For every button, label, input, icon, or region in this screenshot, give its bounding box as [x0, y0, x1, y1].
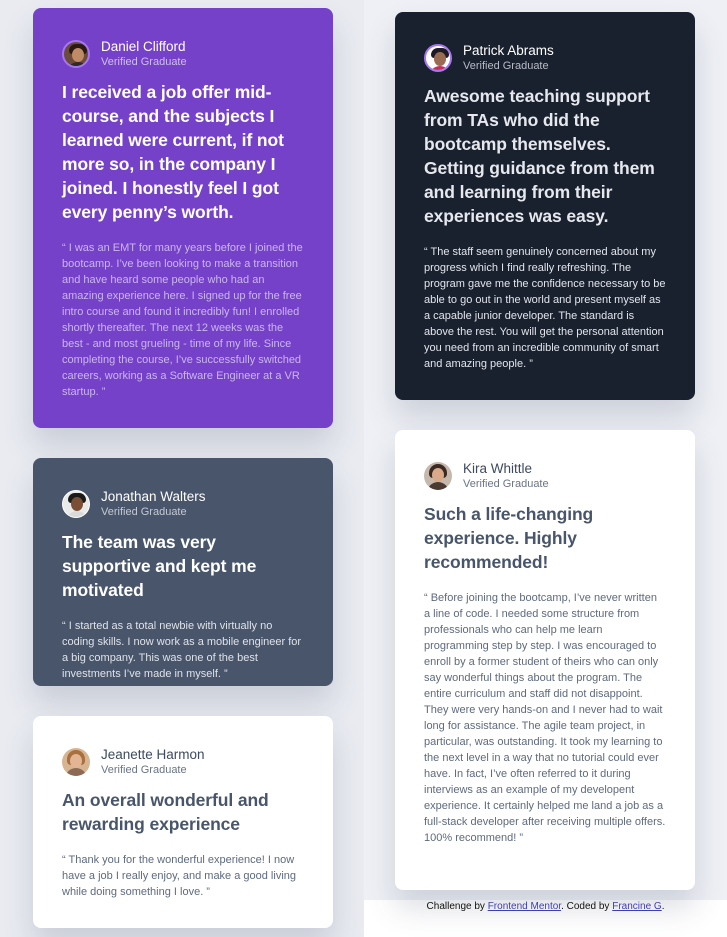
- patrick-avatar-icon: [424, 44, 452, 72]
- kira-avatar-icon: [424, 462, 452, 490]
- author-info: Patrick Abrams Verified Graduate: [463, 43, 554, 73]
- author-info: Jeanette Harmon Verified Graduate: [101, 747, 205, 777]
- card-header: Jonathan Walters Verified Graduate: [62, 488, 304, 520]
- author-role: Verified Graduate: [463, 478, 549, 490]
- testimonial-card-daniel: Daniel Clifford Verified Graduate I rece…: [33, 8, 333, 428]
- frontend-mentor-link[interactable]: Frontend Mentor: [488, 901, 561, 912]
- testimonial-headline: Awesome teaching support from TAs who di…: [424, 86, 655, 226]
- author-name: Jonathan Walters: [101, 489, 206, 504]
- jonathan-avatar-icon: [62, 490, 90, 518]
- testimonial-quote: “ Before joining the bootcamp, I’ve neve…: [424, 592, 666, 844]
- attribution-prefix: Challenge by: [426, 901, 488, 912]
- card-header: Daniel Clifford Verified Graduate: [62, 38, 304, 70]
- author-name: Patrick Abrams: [463, 43, 554, 58]
- testimonial-card-jeanette: Jeanette Harmon Verified Graduate An ove…: [33, 716, 333, 928]
- daniel-avatar-icon: [62, 40, 90, 68]
- testimonial-quote: “ The staff seem genuinely concerned abo…: [424, 246, 666, 370]
- testimonial-card-patrick: Patrick Abrams Verified Graduate Awesome…: [395, 12, 695, 400]
- author-info: Daniel Clifford Verified Graduate: [101, 39, 187, 69]
- testimonial-headline: An overall wonderful and rewarding exper…: [62, 790, 269, 834]
- testimonial-quote: “ I was an EMT for many years before I j…: [62, 242, 303, 398]
- author-role: Verified Graduate: [101, 506, 187, 518]
- card-header: Kira Whittle Verified Graduate: [424, 460, 666, 492]
- testimonial-headline: The team was very supportive and kept me…: [62, 532, 257, 600]
- testimonial-quote: “ Thank you for the wonderful experience…: [62, 854, 296, 898]
- author-name: Kira Whittle: [463, 461, 533, 476]
- author-role: Verified Graduate: [101, 56, 187, 68]
- testimonial-card-jonathan: Jonathan Walters Verified Graduate The t…: [33, 458, 333, 686]
- author-info: Jonathan Walters Verified Graduate: [101, 489, 206, 519]
- author-link[interactable]: Francine G: [612, 901, 661, 912]
- testimonial-quote: “ I started as a total newbie with virtu…: [62, 620, 302, 680]
- card-header: Jeanette Harmon Verified Graduate: [62, 746, 304, 778]
- testimonial-card-kira: Kira Whittle Verified Graduate Such a li…: [395, 430, 695, 890]
- attribution: Challenge by Frontend Mentor. Coded by F…: [364, 900, 727, 914]
- author-info: Kira Whittle Verified Graduate: [463, 461, 549, 491]
- card-header: Patrick Abrams Verified Graduate: [424, 42, 666, 74]
- attribution-middle: . Coded by: [561, 901, 613, 912]
- jeanette-avatar-icon: [62, 748, 90, 776]
- testimonial-headline: I received a job offer mid-course, and t…: [62, 82, 284, 222]
- author-role: Verified Graduate: [463, 60, 549, 72]
- testimonial-headline: Such a life-changing experience. Highly …: [424, 504, 594, 572]
- author-name: Daniel Clifford: [101, 39, 186, 54]
- author-role: Verified Graduate: [101, 764, 187, 776]
- attribution-suffix: .: [661, 901, 665, 912]
- author-name: Jeanette Harmon: [101, 747, 205, 762]
